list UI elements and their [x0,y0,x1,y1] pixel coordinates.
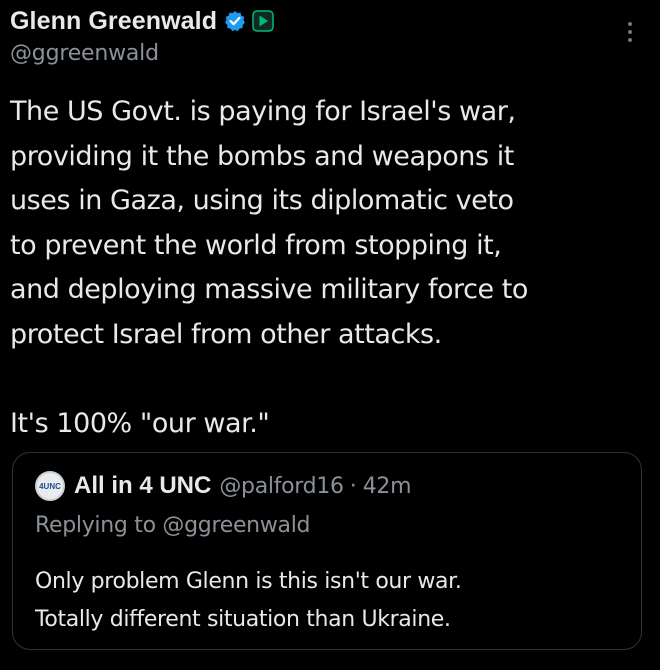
quote-header: 4UNC All in 4 UNC @palford16 · 42m [35,471,412,501]
quote-handle[interactable]: @palford16 [219,474,344,499]
more-options-icon[interactable] [622,22,638,46]
author-display-name[interactable]: Glenn Greenwald [10,7,217,36]
quote-text: Only problem Glenn is this isn't our war… [35,569,462,632]
quote-timestamp[interactable]: 42m [363,474,412,499]
more-dot [628,38,632,42]
more-dot [628,22,632,26]
affiliate-badge-icon[interactable] [252,10,274,32]
author-name-row: Glenn Greenwald [10,4,660,38]
quote-avatar[interactable]: 4UNC [35,471,65,501]
more-dot [628,30,632,34]
quote-replying-to: Replying to @ggreenwald [35,513,311,538]
author-handle[interactable]: @ggreenwald [10,41,660,66]
quote-display-name[interactable]: All in 4 UNC [74,472,211,500]
quote-separator: · [349,473,357,499]
tweet-header: Glenn Greenwald @ggreenwald [10,4,660,66]
quote-avatar-text: 4UNC [39,481,61,491]
verified-badge-icon[interactable] [224,10,246,32]
tweet-text: The US Govt. is paying for Israel's war,… [10,96,528,440]
quoted-tweet-card[interactable]: 4UNC All in 4 UNC @palford16 · 42m Reply… [12,452,642,650]
